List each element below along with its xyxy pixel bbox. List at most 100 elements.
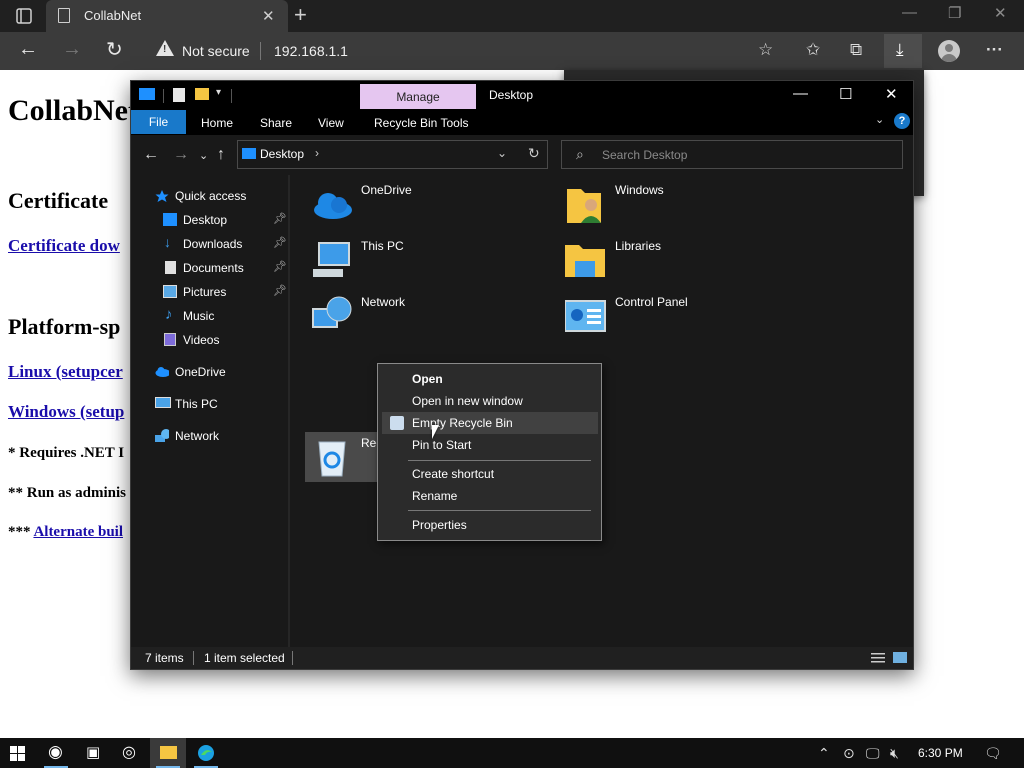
search-box[interactable]: ⌕ Search Desktop xyxy=(561,140,903,169)
close-icon[interactable]: ✕ xyxy=(885,85,898,103)
minimize-icon[interactable]: — xyxy=(902,4,917,21)
menu-item-rename[interactable]: Rename xyxy=(382,485,598,507)
download-icon[interactable]: ⤓ xyxy=(896,40,904,60)
large-icons-view-icon[interactable] xyxy=(893,652,907,663)
page-icon xyxy=(58,8,70,23)
taskbar-app[interactable]: ◎ xyxy=(112,738,148,768)
system-clock[interactable]: 6:30 PM xyxy=(918,746,963,760)
library-folder-icon xyxy=(565,245,605,277)
warning-icon[interactable] xyxy=(156,40,174,56)
certificate-heading: Certificate xyxy=(8,188,109,213)
nav-videos[interactable]: Videos xyxy=(131,329,287,351)
search-input[interactable]: Search Desktop xyxy=(602,148,687,162)
address-text[interactable]: Desktop xyxy=(260,147,304,161)
volume-muted-icon[interactable]: 🔇︎ xyxy=(890,745,899,762)
tab-share[interactable]: Share xyxy=(260,116,292,130)
item-control-panel[interactable]: Control Panel xyxy=(559,291,809,341)
favorites-icon[interactable]: ✩ xyxy=(806,40,820,60)
close-window-icon[interactable]: ✕ xyxy=(994,4,1007,22)
tab-recycle-bin-tools[interactable]: Recycle Bin Tools xyxy=(374,116,469,130)
help-icon[interactable]: ? xyxy=(894,113,910,129)
edge-icon xyxy=(198,745,214,761)
chevron-down-icon[interactable]: ⌄ xyxy=(497,146,507,160)
profile-avatar[interactable] xyxy=(938,40,960,62)
refresh-icon[interactable]: ↻ xyxy=(106,37,123,62)
pane-divider[interactable] xyxy=(288,175,290,647)
back-icon[interactable]: ← xyxy=(143,146,159,164)
menu-label: Open xyxy=(412,372,443,386)
tab-actions-icon[interactable] xyxy=(10,6,38,26)
address-box[interactable]: Desktop › ⌄ ↻ xyxy=(237,140,548,169)
refresh-icon[interactable]: ↻ xyxy=(528,145,540,162)
windows-link[interactable]: Windows (setup xyxy=(8,402,124,422)
recent-locations-icon[interactable]: ⌄ xyxy=(199,149,208,162)
nav-quick-access[interactable]: Quick access xyxy=(131,185,287,207)
forward-icon[interactable]: → xyxy=(62,38,82,61)
chevron-right-icon[interactable]: › xyxy=(315,146,319,160)
close-tab-icon[interactable]: ✕ xyxy=(262,7,275,25)
menu-item-empty-recycle-bin[interactable]: Empty Recycle Bin xyxy=(382,412,598,434)
nav-desktop[interactable]: Desktop 📌︎ xyxy=(131,209,287,231)
address-bar[interactable]: 192.168.1.1 xyxy=(274,43,348,59)
collections-icon[interactable]: ⧉ xyxy=(850,40,862,60)
security-label[interactable]: Not secure xyxy=(182,43,250,59)
new-folder-icon[interactable] xyxy=(195,88,209,100)
tray-app-icon[interactable]: ⊙ xyxy=(843,745,855,762)
tab-file[interactable]: File xyxy=(131,110,186,134)
taskbar-file-explorer[interactable] xyxy=(150,738,186,768)
nav-documents[interactable]: Documents 📌︎ xyxy=(131,257,287,279)
menu-item-open-new-window[interactable]: Open in new window xyxy=(382,390,598,412)
status-bar: 7 items 1 item selected xyxy=(131,647,913,669)
notifications-icon[interactable]: 🗨︎ xyxy=(984,745,1002,762)
nav-downloads[interactable]: ↓ Downloads 📌︎ xyxy=(131,233,287,255)
properties-icon[interactable] xyxy=(173,88,185,102)
taskbar-search[interactable]: ◉ xyxy=(38,738,74,768)
item-onedrive[interactable]: OneDrive xyxy=(305,179,555,229)
nav-pictures[interactable]: Pictures 📌︎ xyxy=(131,281,287,303)
forward-icon[interactable]: → xyxy=(173,146,189,164)
menu-item-pin-to-start[interactable]: Pin to Start xyxy=(382,434,598,456)
new-tab-icon[interactable]: + xyxy=(294,2,307,28)
back-icon[interactable]: ← xyxy=(18,38,38,61)
menu-separator xyxy=(408,460,591,461)
taskbar-edge[interactable] xyxy=(188,738,224,768)
item-this-pc[interactable]: This PC xyxy=(305,235,555,285)
linux-link[interactable]: Linux (setupcer xyxy=(8,362,123,382)
nav-music[interactable]: ♪ Music xyxy=(131,305,287,327)
nav-network[interactable]: Network xyxy=(131,425,287,447)
user-folder-icon xyxy=(567,189,601,223)
navigation-pane: Quick access Desktop 📌︎ ↓ Downloads 📌︎ D… xyxy=(131,175,287,647)
up-icon[interactable]: ↑ xyxy=(217,146,225,164)
more-icon[interactable]: ··· xyxy=(986,40,1003,60)
restore-icon[interactable]: ❐ xyxy=(948,4,961,22)
pin-icon: 📌︎ xyxy=(273,285,287,297)
cloud-icon xyxy=(314,193,352,219)
tab-home[interactable]: Home xyxy=(201,116,233,130)
menu-item-open[interactable]: Open xyxy=(382,368,598,390)
tab-view[interactable]: View xyxy=(318,116,344,130)
window-title: Desktop xyxy=(489,88,534,102)
certificate-download-link[interactable]: Certificate dow xyxy=(8,236,120,256)
status-divider xyxy=(193,651,194,665)
nav-onedrive[interactable]: OneDrive xyxy=(131,361,287,383)
customize-qa-icon[interactable]: ▾ xyxy=(216,87,221,98)
start-button[interactable] xyxy=(0,738,36,768)
item-network[interactable]: Network xyxy=(305,291,555,341)
item-windows[interactable]: Windows xyxy=(559,179,809,229)
add-favorite-icon[interactable]: ☆ xyxy=(758,40,773,60)
document-icon xyxy=(165,261,176,274)
maximize-icon[interactable]: ☐ xyxy=(839,85,852,103)
menu-item-properties[interactable]: Properties xyxy=(382,514,598,536)
chevron-down-icon[interactable]: ⌄ xyxy=(875,113,884,126)
details-view-icon[interactable] xyxy=(871,652,885,663)
nav-this-pc[interactable]: This PC xyxy=(131,393,287,415)
minimize-icon[interactable]: — xyxy=(793,85,808,102)
menu-item-create-shortcut[interactable]: Create shortcut xyxy=(382,463,598,485)
browser-tab[interactable]: CollabNet ✕ xyxy=(46,0,288,32)
item-libraries[interactable]: Libraries xyxy=(559,235,809,285)
tab-manage[interactable]: Manage xyxy=(360,84,476,109)
taskbar-camera[interactable]: ▣ xyxy=(76,738,112,768)
chevron-up-icon[interactable]: ⌃ xyxy=(818,745,830,762)
network-tray-icon[interactable]: 🖵︎ xyxy=(866,745,880,762)
alternate-build-link[interactable]: Alternate buil xyxy=(33,524,123,540)
